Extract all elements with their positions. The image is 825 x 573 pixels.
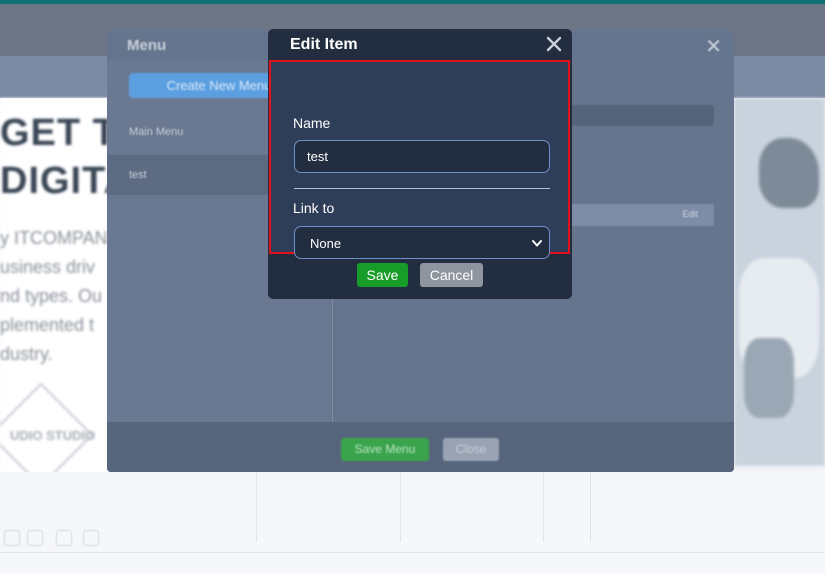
menu-name-input[interactable] bbox=[567, 105, 714, 126]
edit-item-form: Name Link to None bbox=[269, 60, 570, 259]
menu-dialog-title: Menu bbox=[127, 37, 167, 54]
save-menu-button[interactable]: Save Menu bbox=[341, 438, 429, 461]
hero-text-line: usiness driv bbox=[0, 257, 96, 277]
hero-text-line: plemented t bbox=[0, 315, 95, 335]
link-to-label: Link to bbox=[293, 200, 335, 216]
hero-text-line: y ITCOMPANY bbox=[0, 228, 108, 248]
page-footer-area bbox=[0, 472, 825, 573]
social-icon[interactable] bbox=[56, 530, 72, 546]
edit-item-modal: Edit Item Name Link to None Save Cancel bbox=[268, 29, 572, 299]
social-icon[interactable] bbox=[27, 530, 43, 546]
name-label: Name bbox=[293, 115, 331, 131]
link-to-selected-value: None bbox=[310, 236, 342, 251]
name-input[interactable] bbox=[294, 140, 550, 173]
social-icon[interactable] bbox=[83, 530, 99, 546]
cancel-button[interactable]: Cancel bbox=[420, 263, 483, 287]
hero-text-line: dustry. bbox=[0, 344, 53, 364]
studio-logo-text: UDIO STUDIO bbox=[10, 428, 96, 443]
hero-image bbox=[734, 98, 825, 466]
save-button[interactable]: Save bbox=[357, 263, 408, 287]
hero-title-line: DIGITAL bbox=[0, 160, 108, 202]
divider bbox=[294, 188, 550, 189]
close-icon[interactable] bbox=[544, 34, 564, 54]
menu-list-item-label: Main Menu bbox=[129, 126, 184, 138]
social-icon[interactable] bbox=[4, 530, 20, 546]
modal-title: Edit Item bbox=[290, 36, 358, 53]
link-to-select[interactable]: None bbox=[294, 226, 550, 259]
menu-item-row[interactable]: Edit bbox=[567, 204, 714, 226]
hero-text-line: nd types. Ou bbox=[0, 286, 103, 306]
close-button[interactable]: Close bbox=[443, 438, 499, 461]
hero-title-line: GET TO bbox=[0, 112, 108, 154]
menu-list-item-label: test bbox=[129, 169, 147, 181]
close-icon[interactable]: ✕ bbox=[705, 34, 722, 59]
edit-link[interactable]: Edit bbox=[682, 209, 698, 219]
chevron-down-icon bbox=[532, 240, 542, 247]
